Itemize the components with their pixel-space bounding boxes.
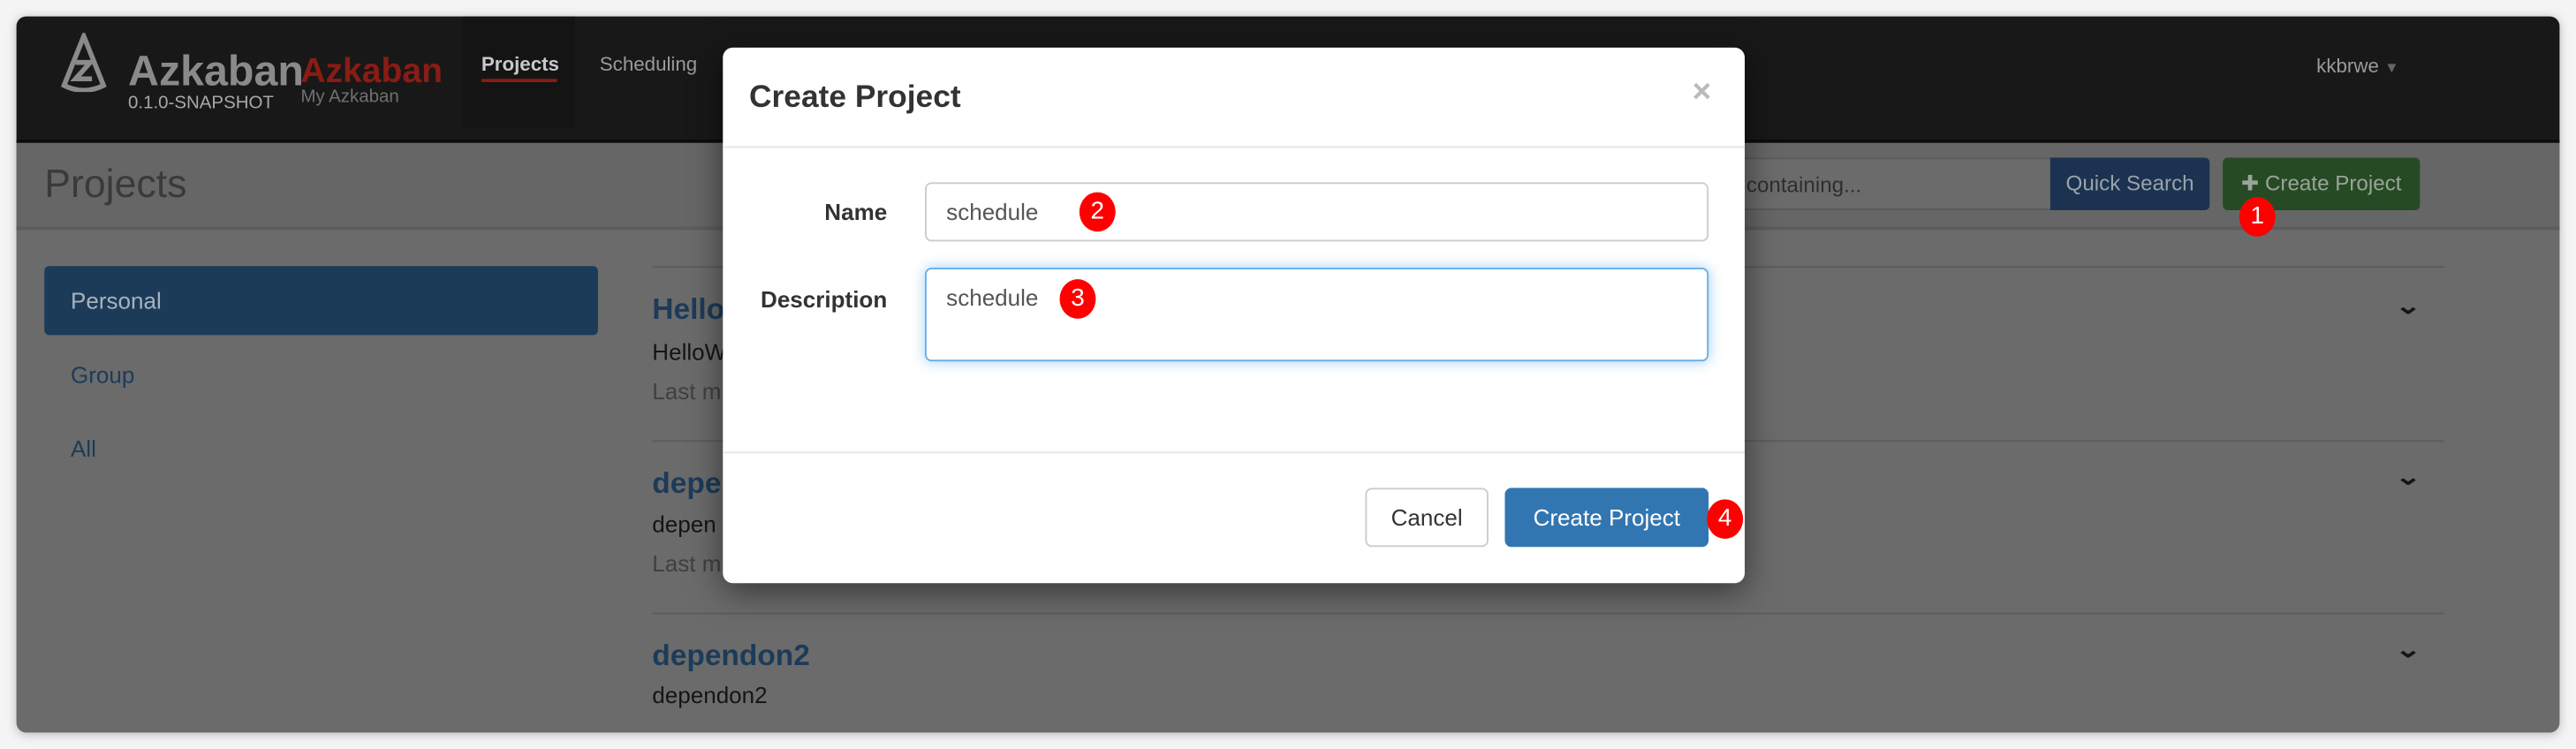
user-menu[interactable]: kkbrwe ▼ [2316,54,2399,77]
browser-window: Azkaban Azkaban My Azkaban 0.1.0-SNAPSHO… [16,16,2560,733]
brand-title: Azkaban [300,52,443,91]
azkaban-logo-icon [60,33,107,93]
logo-text[interactable]: Azkaban [128,46,304,97]
project-title[interactable]: depe [652,466,721,501]
version-label: 0.1.0-SNAPSHOT [128,94,274,114]
project-meta: Last m [652,377,722,405]
username: kkbrwe [2316,54,2379,78]
annotation-badge: 4 [1707,499,1744,539]
close-icon[interactable]: × [1692,74,1711,112]
project-description: HelloW [652,338,727,365]
project-meta: Last m [652,549,722,577]
project-title[interactable]: Hello [652,292,724,327]
create-project-modal: Create Project × Name schedule 2 Descrip… [723,47,1746,584]
search-input[interactable]: containing... [1724,157,2050,211]
brand-subtitle: My Azkaban [300,87,399,107]
project-title[interactable]: dependon2 [652,639,810,673]
sidebar-item-group[interactable]: Group [44,340,598,409]
button-label: Create Project [2264,170,2402,196]
name-label: Name [824,199,888,225]
chevron-down-icon[interactable]: ⌄ [2395,292,2422,321]
divider [723,146,1746,148]
divider [652,612,2445,615]
modal-title: Create Project [749,80,961,116]
cancel-button[interactable]: Cancel [1365,488,1489,548]
chevron-down-icon[interactable]: ⌄ [2395,463,2422,491]
annotation-badge: 1 [2239,197,2276,237]
project-description: dependon2 [652,681,768,708]
name-input[interactable]: schedule [925,182,1709,242]
tab-label: Projects [481,52,559,76]
divider [723,451,1746,454]
annotation-badge: 2 [1079,192,1116,232]
caret-down-icon: ▼ [2384,58,2399,76]
description-label: Description [761,285,888,313]
sidebar-item-all[interactable]: All [44,414,598,483]
quick-search-button[interactable]: Quick Search [2049,157,2210,211]
description-textarea[interactable]: schedule [925,268,1709,362]
annotation-badge: 3 [1059,279,1096,319]
sidebar-item-personal[interactable]: Personal [44,266,598,336]
plus-icon: ✚ [2240,170,2265,196]
page-title: Projects [44,163,187,208]
chevron-down-icon[interactable]: ⌄ [2395,636,2422,664]
project-description: depen [652,511,716,538]
active-underline [481,79,557,82]
tab-projects[interactable]: Projects [463,16,575,129]
tab-scheduling[interactable]: Scheduling [600,53,697,76]
create-project-submit-button[interactable]: Create Project [1504,488,1709,548]
